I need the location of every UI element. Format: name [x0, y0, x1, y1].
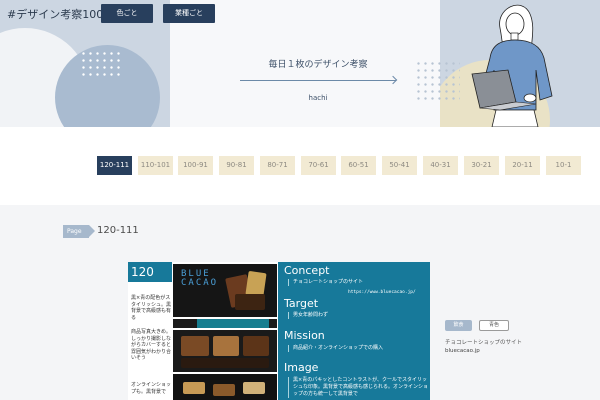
page-button-50-41[interactable]: 50-41 — [382, 156, 417, 175]
brand-logo: BLUE CACAO — [181, 269, 219, 288]
site-screenshot: BLUE CACAO — [173, 264, 277, 317]
site-title[interactable]: #デザイン考察100 — [7, 6, 103, 22]
pagination-bar: 120-111 110-101 100-91 90-81 80-71 70-61… — [0, 127, 600, 205]
target-text: 男女年齢問わず — [288, 312, 328, 319]
mission-text: 商品紹介・オンラインショップでの購入 — [288, 345, 383, 352]
decorative-dots — [80, 50, 120, 78]
page-button-30-21[interactable]: 30-21 — [464, 156, 499, 175]
site-screenshot — [173, 374, 277, 400]
screenshot-column: BLUE CACAO — [173, 262, 277, 400]
color-tag[interactable]: 青色 — [479, 320, 509, 331]
mission-heading: Mission — [284, 329, 325, 342]
page-label: Page — [63, 225, 95, 238]
tagline: 毎日１枚のデザイン考察 — [268, 60, 368, 70]
section-title: 120-111 — [97, 225, 139, 236]
decorative-dots — [415, 60, 460, 100]
site-domain[interactable]: bluecacao.jp — [445, 348, 480, 354]
page-button-20-11[interactable]: 20-11 — [505, 156, 540, 175]
industry-tag[interactable]: 飲食 — [445, 320, 472, 331]
page-button-100-91[interactable]: 100-91 — [178, 156, 213, 175]
site-description: チョコレートショップのサイト — [445, 340, 523, 346]
card-number: 120 — [128, 262, 172, 282]
image-heading: Image — [284, 361, 319, 374]
concept-text: チョコレートショップのサイト — [288, 279, 363, 286]
page-button-110-101[interactable]: 110-101 — [138, 156, 173, 175]
color-filter-button[interactable]: 色ごと — [101, 4, 153, 23]
page-button-70-61[interactable]: 70-61 — [301, 156, 336, 175]
card-notes-column: 120 黒×青の配色がスタイリッシュ。黒背景で高級感も有る 商品写真大きめ。しっ… — [128, 262, 172, 400]
note-text: 黒×青の配色がスタイリッシュ。黒背景で高級感も有る — [131, 295, 172, 321]
note-text: オンラインショップも。黒背景で — [131, 382, 172, 395]
site-url: https://www.bluecacao.jp/ — [348, 290, 416, 295]
industry-filter-button[interactable]: 業種ごと — [163, 4, 215, 23]
site-screenshot — [173, 330, 277, 372]
page-button-40-31[interactable]: 40-31 — [423, 156, 458, 175]
page-button-120-111[interactable]: 120-111 — [97, 156, 132, 175]
tagline-underline — [240, 80, 396, 81]
page-button-80-71[interactable]: 80-71 — [260, 156, 295, 175]
page-button-90-81[interactable]: 90-81 — [219, 156, 254, 175]
person-with-laptop-illustration — [471, 4, 553, 127]
author-name: hachi — [308, 94, 328, 102]
page-button-10-1[interactable]: 10-1 — [546, 156, 581, 175]
analysis-panel: Concept チョコレートショップのサイト https://www.bluec… — [278, 262, 430, 400]
design-card[interactable]: 120 黒×青の配色がスタイリッシュ。黒背景で高級感も有る 商品写真大きめ。しっ… — [128, 262, 430, 400]
note-text: 商品写真大きめ。しっかり撮影しながらカバーすると雰囲気がわかり合いそう — [131, 329, 172, 361]
hero-banner: #デザイン考察100 色ごと 業種ごと 毎日１枚のデザイン考察 hachi — [0, 0, 600, 127]
concept-heading: Concept — [284, 264, 330, 277]
page-button-60-51[interactable]: 60-51 — [341, 156, 376, 175]
content-section: Page 120-111 120 黒×青の配色がスタイリッシュ。黒背景で高級感も… — [0, 205, 600, 400]
site-screenshot — [173, 319, 277, 328]
target-heading: Target — [284, 297, 319, 310]
image-text: 黒×青のパキッとしたコントラストが、クールでスタイリッシュな印象。黒背景で高級感… — [288, 377, 430, 398]
